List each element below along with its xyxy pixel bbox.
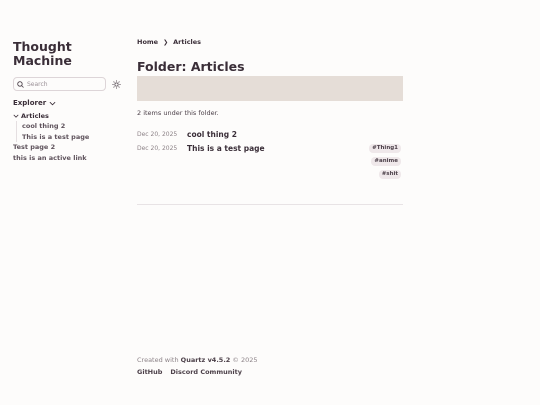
footer-links: GitHub Discord Community — [137, 368, 258, 376]
main-content: Home ❯ Articles Folder: Articles 2 items… — [137, 38, 403, 179]
breadcrumb-home[interactable]: Home — [137, 38, 158, 46]
explorer-item-test-page-2[interactable]: Test page 2 — [13, 142, 125, 153]
tag-list: #Thing1 #anime #shit — [369, 144, 401, 183]
sidebar: Thought Machine Search Explorer Articles… — [13, 40, 125, 164]
explorer-item-active-link[interactable]: this is an active link — [13, 153, 125, 164]
explorer-label: Explorer — [13, 99, 47, 107]
site-title-line2: Machine — [13, 53, 72, 68]
item-title-link[interactable]: cool thing 2 — [187, 131, 237, 139]
page-list: Dec 20, 2025 cool thing 2 Dec 20, 2025 T… — [137, 131, 403, 179]
item-date: Dec 20, 2025 — [137, 145, 178, 152]
list-item: Dec 20, 2025 This is a test page #Thing1… — [137, 144, 403, 179]
tag-thing1[interactable]: #Thing1 — [369, 144, 401, 153]
explorer-item-cool-thing-2[interactable]: cool thing 2 — [22, 121, 125, 132]
item-date: Dec 20, 2025 — [137, 131, 178, 138]
footer-credit: Created with Quartz v4.5.2 © 2025 — [137, 356, 258, 364]
explorer-tree: Articles cool thing 2 This is a test pag… — [13, 111, 125, 164]
tag-anime[interactable]: #anime — [371, 157, 401, 166]
chevron-down-icon — [49, 101, 56, 105]
page-title: Folder: Articles — [137, 59, 245, 74]
banner — [137, 76, 403, 101]
item-count: 2 items under this folder. — [137, 109, 219, 117]
sun-icon — [112, 79, 121, 89]
folder-children: cool thing 2 This is a test page — [16, 121, 125, 142]
search-placeholder: Search — [27, 80, 48, 88]
search-input[interactable]: Search — [13, 77, 106, 91]
footer-generator-link[interactable]: Quartz v4.5.2 — [181, 356, 231, 364]
footer-link-github[interactable]: GitHub — [137, 368, 162, 376]
chevron-down-icon — [13, 114, 19, 118]
footer: Created with Quartz v4.5.2 © 2025 GitHub… — [137, 356, 258, 376]
folder-articles[interactable]: Articles — [13, 111, 125, 121]
item-title-link[interactable]: This is a test page — [187, 145, 265, 153]
theme-toggle-button[interactable] — [112, 79, 121, 89]
content-divider — [137, 204, 403, 205]
breadcrumb-separator: ❯ — [163, 38, 169, 46]
footer-created-prefix: Created with — [137, 356, 179, 364]
breadcrumb: Home ❯ Articles — [137, 38, 403, 46]
tag-shit[interactable]: #shit — [378, 170, 401, 179]
explorer-toggle[interactable]: Explorer — [13, 99, 125, 107]
folder-label: Articles — [21, 112, 49, 120]
list-item: Dec 20, 2025 cool thing 2 — [137, 131, 403, 139]
search-row: Search — [13, 77, 125, 91]
footer-link-discord[interactable]: Discord Community — [170, 368, 242, 376]
site-title[interactable]: Thought Machine — [13, 40, 125, 68]
explorer-item-test-page[interactable]: This is a test page — [22, 132, 125, 143]
site-title-line1: Thought — [13, 39, 72, 54]
search-icon — [17, 80, 24, 88]
footer-copyright: © 2025 — [232, 356, 258, 364]
breadcrumb-current[interactable]: Articles — [173, 38, 201, 46]
